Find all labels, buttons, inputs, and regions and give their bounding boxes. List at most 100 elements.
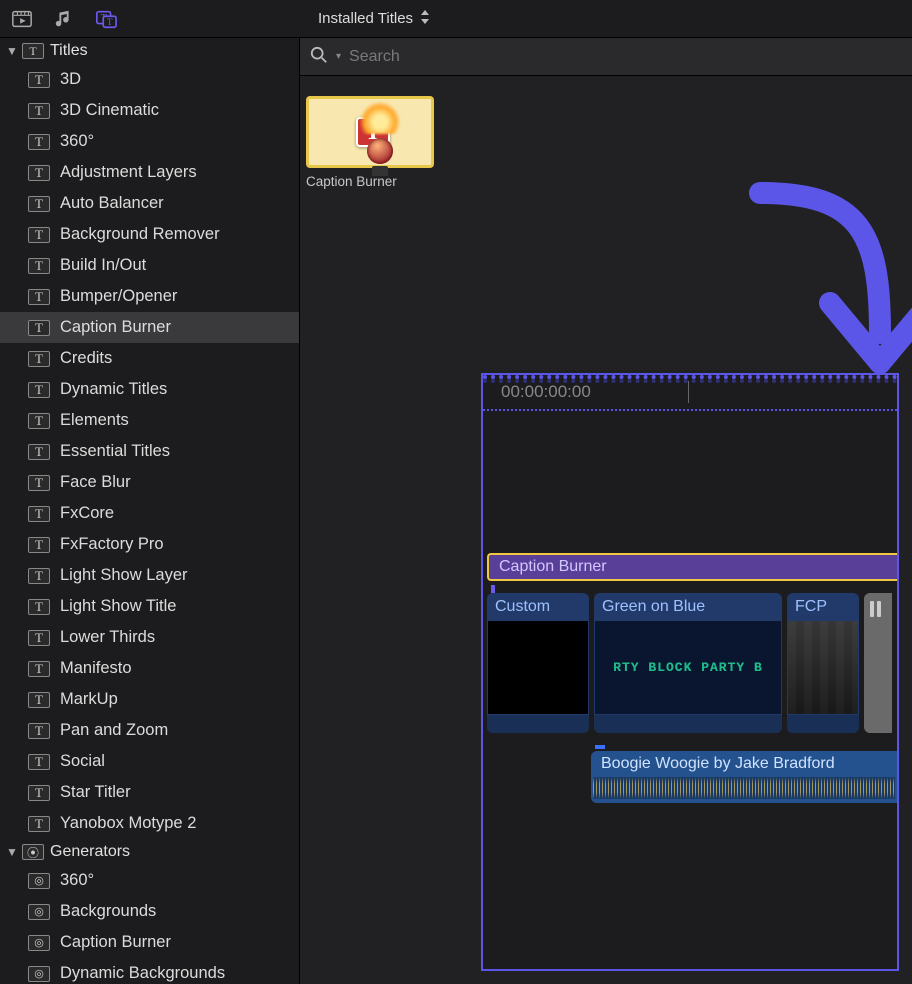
timeline-video-clip[interactable]: FCP [787,593,859,733]
sidebar-item-title[interactable]: TLight Show Title [0,591,299,622]
sidebar-item-label: FxFactory Pro [60,535,164,554]
chevron-down-icon[interactable]: ▾ [336,51,341,62]
sidebar: ▼ T Titles T3DT3D CinematicT360°TAdjustm… [0,38,300,984]
browser-filter-label: Installed Titles [318,10,413,27]
sidebar-item-label: Adjustment Layers [60,163,197,182]
search-icon[interactable] [310,46,328,67]
sidebar-item-title[interactable]: T360° [0,126,299,157]
sidebar-item-title[interactable]: TBumper/Opener [0,281,299,312]
sidebar-item-title[interactable]: TSocial [0,746,299,777]
sidebar-item-title[interactable]: T 3D [0,64,299,95]
connection-marker-icon [491,585,495,593]
sidebar-item-title[interactable]: T Caption Burner [0,312,299,343]
sidebar-item-label: MarkUp [60,690,118,709]
titles-group-icon: T [22,43,44,59]
timeline-video-clip[interactable]: Custom [487,593,589,733]
generators-group-header[interactable]: ▼ ⦿ Generators [0,839,299,865]
sidebar-item-label: Essential Titles [60,442,170,461]
title-item-icon: T [28,506,50,522]
clip-label: Green on Blue [594,593,782,621]
sidebar-item-title[interactable]: T Elements [0,405,299,436]
sidebar-item-label: Background Remover [60,225,220,244]
title-item-icon: T [28,413,50,429]
connection-marker-icon [595,745,605,749]
generators-group-icon: ⦿ [22,844,44,860]
clip-thumbnail [788,621,858,714]
generator-item-icon: ◎ [28,935,50,951]
sidebar-item-generator[interactable]: ◎ Dynamic Backgrounds [0,958,299,984]
sidebar-item-label: Star Titler [60,783,131,802]
title-thumbnail-caption-burner[interactable]: T Caption Burner [306,96,434,189]
title-item-icon: T [28,785,50,801]
pause-icon [870,601,886,617]
sidebar-item-label: Elements [60,411,129,430]
sidebar-item-title[interactable]: T3D Cinematic [0,95,299,126]
sidebar-item-title[interactable]: TLower Thirds [0,622,299,653]
waveform-icon [593,777,895,799]
sidebar-item-title[interactable]: TFxFactory Pro [0,529,299,560]
timeline-video-clip[interactable]: Green on BlueRTY BLOCK PARTY B [594,593,782,733]
sidebar-item-title[interactable]: TFace Blur [0,467,299,498]
playhead-icon[interactable] [688,381,689,403]
sidebar-item-label: 360° [60,871,94,890]
title-item-icon: T [28,258,50,274]
sidebar-item-title[interactable]: TBuild In/Out [0,250,299,281]
title-item-icon: T [28,196,50,212]
sidebar-item-generator[interactable]: ◎ Caption Burner [0,927,299,958]
sidebar-item-label: 3D [60,70,81,89]
sidebar-item-title[interactable]: TLight Show Layer [0,560,299,591]
sidebar-item-label: Credits [60,349,112,368]
thumbnail-label: Caption Burner [306,174,434,189]
title-item-icon: T [28,320,50,336]
title-item-icon: T [28,382,50,398]
timeline-audio-clip[interactable]: Boogie Woogie by Jake Bradford [591,751,897,803]
thumbnail-preview: T [306,96,434,168]
sidebar-item-title[interactable]: TYanobox Motype 2 [0,808,299,839]
media-browser-icon[interactable] [10,7,34,31]
sidebar-item-title[interactable]: TEssential Titles [0,436,299,467]
generator-item-icon: ◎ [28,966,50,982]
title-item-icon: T [28,134,50,150]
timeline-panel: 00:00:00:00 Caption Burner CustomGreen o… [481,373,899,971]
search-bar: ▾ [300,38,912,76]
sidebar-item-title[interactable]: TMarkUp [0,684,299,715]
title-clip-label: Caption Burner [499,558,607,576]
title-item-icon: T [28,351,50,367]
titles-group-label: Titles [50,42,88,60]
sidebar-item-title[interactable]: TManifesto [0,653,299,684]
audio-browser-icon[interactable] [52,7,76,31]
browser-filter-dropdown[interactable]: Installed Titles [318,10,431,28]
sidebar-item-title[interactable]: TDynamic Titles [0,374,299,405]
titles-browser-icon[interactable]: TT [94,7,118,31]
generators-group-label: Generators [50,843,130,861]
sidebar-item-title[interactable]: T Auto Balancer [0,188,299,219]
sidebar-item-generator[interactable]: ◎Backgrounds [0,896,299,927]
sidebar-item-label: Caption Burner [60,318,171,337]
sidebar-item-title[interactable]: TPan and Zoom [0,715,299,746]
sidebar-item-title[interactable]: TFxCore [0,498,299,529]
sidebar-item-title[interactable]: T Background Remover [0,219,299,250]
timeline-video-clip[interactable] [864,593,892,733]
sidebar-item-label: Auto Balancer [60,194,164,213]
sidebar-item-title[interactable]: TAdjustment Layers [0,157,299,188]
sidebar-item-label: Dynamic Backgrounds [60,964,225,983]
sidebar-item-label: Yanobox Motype 2 [60,814,196,833]
sidebar-item-label: Backgrounds [60,902,156,921]
sidebar-item-generator[interactable]: ◎360° [0,865,299,896]
title-item-icon: T [28,630,50,646]
timeline-ruler[interactable]: 00:00:00:00 [483,375,897,411]
search-input[interactable] [349,48,902,66]
titles-group-header[interactable]: ▼ T Titles [0,38,299,64]
sidebar-item-title[interactable]: T Credits [0,343,299,374]
timecode-display: 00:00:00:00 [501,382,591,402]
timeline-title-clip[interactable]: Caption Burner [487,553,897,581]
sidebar-item-label: Social [60,752,105,771]
title-item-icon: T [28,72,50,88]
title-item-icon: T [28,661,50,677]
title-item-icon: T [28,227,50,243]
title-item-icon: T [28,568,50,584]
title-item-icon: T [28,723,50,739]
sidebar-item-label: Caption Burner [60,933,171,952]
sidebar-item-title[interactable]: T Star Titler [0,777,299,808]
clip-thumbnail [488,621,588,714]
